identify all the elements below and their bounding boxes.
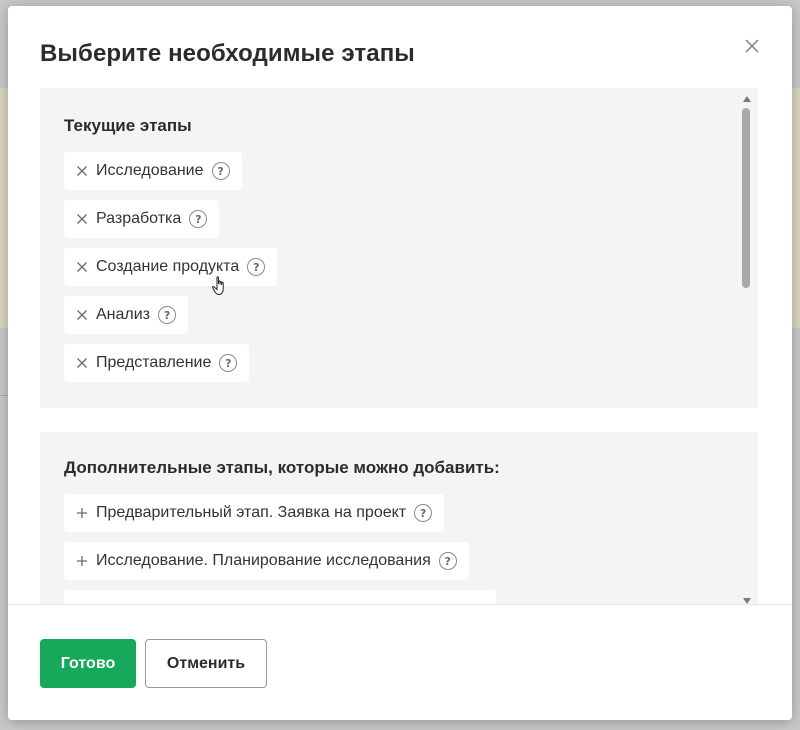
help-icon[interactable]: ? bbox=[247, 258, 266, 276]
remove-icon[interactable] bbox=[76, 213, 88, 225]
scroll-up-arrow-icon[interactable] bbox=[743, 96, 751, 102]
stage-label: Исследование bbox=[96, 162, 204, 179]
close-icon bbox=[745, 39, 759, 53]
stage-label: Анализ bbox=[96, 306, 151, 323]
stage-label: Предварительный этап. Заявка на проект bbox=[96, 504, 407, 521]
add-stage-chip-partial[interactable] bbox=[64, 590, 496, 604]
additional-stages-title: Дополнительные этапы, которые можно доба… bbox=[64, 458, 500, 477]
close-button[interactable] bbox=[742, 36, 762, 56]
stage-chip-analysis[interactable]: Анализ ? bbox=[64, 296, 189, 334]
stage-label: Разработка bbox=[96, 210, 182, 227]
stages-scroll-area[interactable]: Текущие этапы Исследование ? Разработка … bbox=[40, 88, 758, 604]
scrollbar-thumb[interactable] bbox=[742, 108, 750, 288]
stage-label: Исследование. Планирование исследования bbox=[96, 552, 431, 569]
current-stages-title: Текущие этапы bbox=[64, 116, 192, 135]
stage-chip-research[interactable]: Исследование ? bbox=[64, 152, 242, 190]
stage-chip-product-creation[interactable]: Создание продукта ? bbox=[64, 248, 278, 286]
hand-cursor-icon bbox=[212, 276, 224, 296]
additional-stages-section: Дополнительные этапы, которые можно доба… bbox=[40, 432, 758, 604]
stage-chip-development[interactable]: Разработка ? bbox=[64, 200, 220, 238]
add-icon[interactable] bbox=[76, 507, 88, 519]
dialog-title: Выберите необходимые этапы bbox=[40, 40, 415, 67]
stage-chip-presentation[interactable]: Представление ? bbox=[64, 344, 250, 382]
select-stages-dialog: Выберите необходимые этапы Текущие этапы… bbox=[8, 6, 792, 720]
current-stages-section: Текущие этапы Исследование ? Разработка … bbox=[40, 88, 758, 408]
scrollbar[interactable] bbox=[742, 96, 752, 604]
dialog-footer: Готово Отменить bbox=[8, 604, 792, 720]
help-icon[interactable]: ? bbox=[211, 162, 230, 180]
cancel-button[interactable]: Отменить bbox=[145, 639, 267, 688]
help-icon[interactable]: ? bbox=[438, 552, 457, 570]
remove-icon[interactable] bbox=[76, 165, 88, 177]
done-button[interactable]: Готово bbox=[40, 639, 136, 688]
help-icon[interactable]: ? bbox=[219, 354, 238, 372]
remove-icon[interactable] bbox=[76, 357, 88, 369]
add-stage-chip-preliminary[interactable]: Предварительный этап. Заявка на проект ? bbox=[64, 494, 445, 532]
add-icon[interactable] bbox=[76, 555, 88, 567]
help-icon[interactable]: ? bbox=[158, 306, 177, 324]
remove-icon[interactable] bbox=[76, 261, 88, 273]
help-icon[interactable]: ? bbox=[414, 504, 433, 522]
help-icon[interactable]: ? bbox=[189, 210, 208, 228]
stage-label: Создание продукта bbox=[96, 258, 240, 275]
add-stage-chip-research-planning[interactable]: Исследование. Планирование исследования … bbox=[64, 542, 469, 580]
remove-icon[interactable] bbox=[76, 309, 88, 321]
stage-label: Представление bbox=[96, 354, 212, 371]
